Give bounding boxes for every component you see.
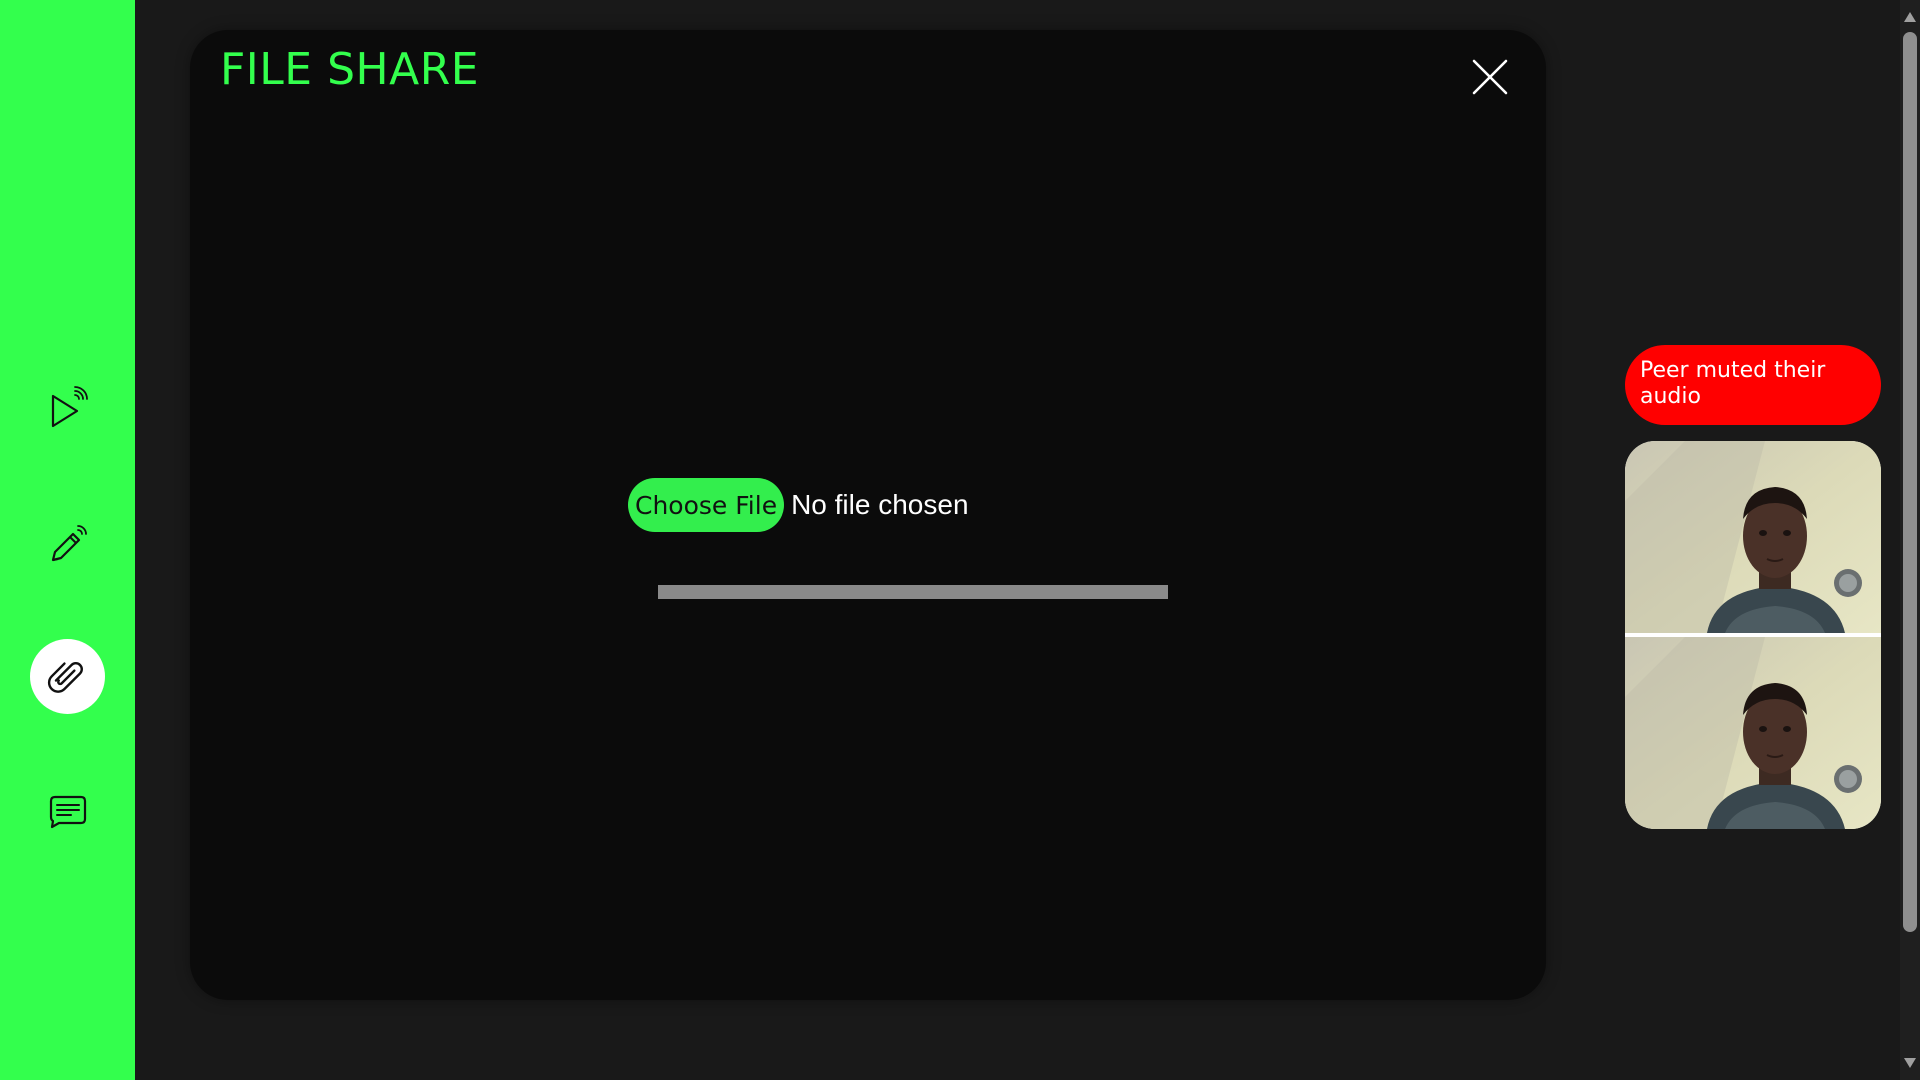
sidebar-item-chat[interactable] [30, 774, 105, 849]
scroll-up-arrow-icon[interactable] [1904, 12, 1916, 22]
choose-file-button[interactable]: Choose File [628, 478, 785, 532]
app-root: FILE SHARE Choose File No file chosen Pe… [0, 0, 1920, 1080]
video-feed-image [1625, 637, 1881, 829]
page-scrollbar[interactable] [1900, 0, 1920, 1080]
message-icon [49, 795, 86, 828]
upload-progress-bar [658, 585, 1168, 599]
sidebar-item-broadcast-video[interactable] [30, 370, 105, 445]
file-share-modal: FILE SHARE Choose File No file chosen [190, 30, 1546, 1000]
play-broadcast-icon [51, 385, 88, 427]
video-panel [1625, 441, 1881, 829]
close-icon [1472, 59, 1508, 95]
peer-muted-notification: Peer muted their audio [1625, 345, 1881, 425]
file-status-text: No file chosen [791, 489, 969, 520]
file-input[interactable]: Choose File No file chosen [628, 478, 969, 532]
paperclip-icon [47, 661, 83, 693]
local-video [1625, 637, 1881, 829]
video-feed-image [1625, 441, 1881, 633]
scroll-down-arrow-icon[interactable] [1904, 1058, 1916, 1068]
remote-video [1625, 441, 1881, 633]
sidebar [0, 0, 135, 1080]
sidebar-item-file-share[interactable] [30, 639, 105, 714]
modal-title: FILE SHARE [220, 44, 480, 95]
sidebar-item-whiteboard[interactable] [30, 505, 105, 580]
pen-broadcast-icon [51, 524, 87, 561]
notification-text: Peer muted their audio [1640, 358, 1826, 409]
scroll-thumb[interactable] [1903, 32, 1917, 932]
close-button[interactable] [1468, 55, 1512, 99]
